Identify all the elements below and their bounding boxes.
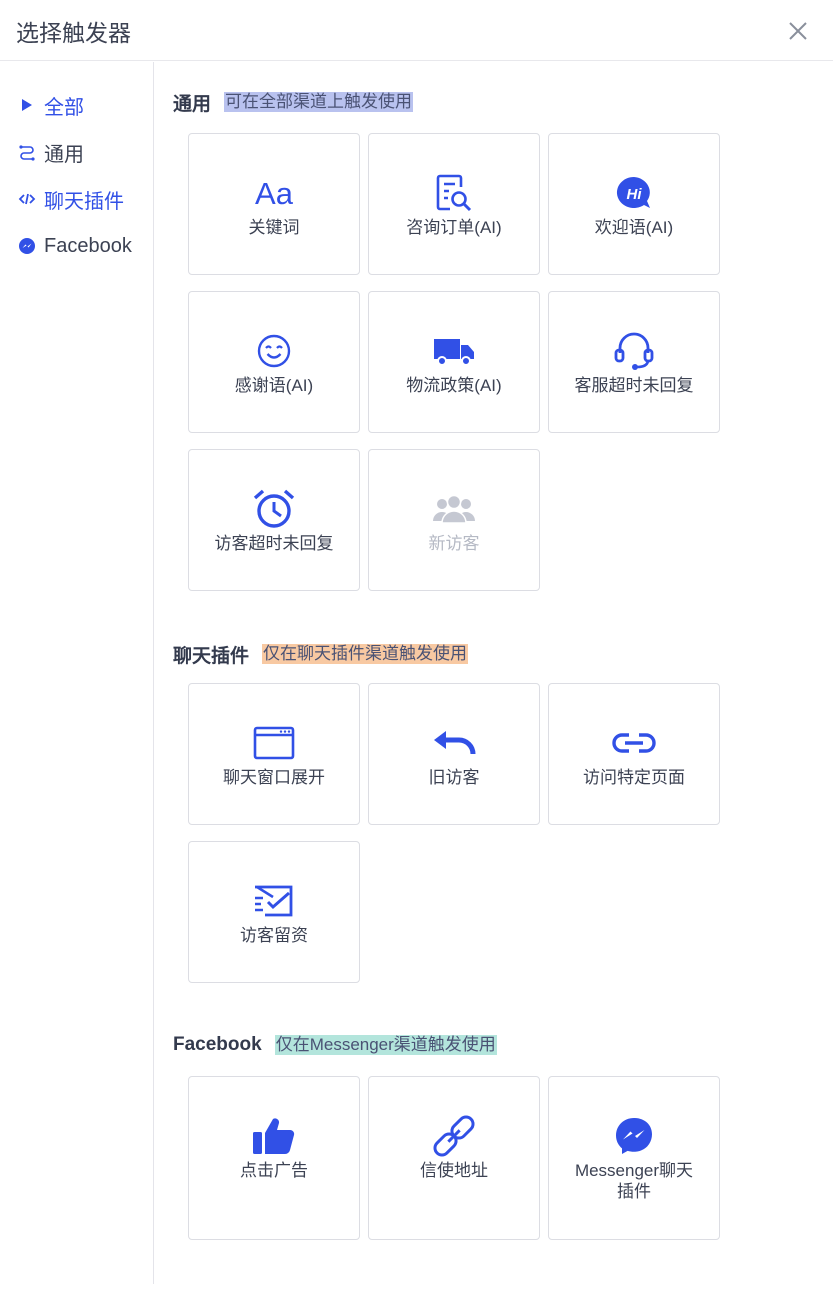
sidebar: 全部 通用 聊天插件 Facebook — [0, 62, 154, 1284]
browser-window-icon — [189, 724, 359, 762]
section-desc: 仅在聊天插件渠道触发使用 — [262, 644, 469, 664]
section-desc: 仅在Messenger渠道触发使用 — [274, 1035, 497, 1055]
hi-bubble-icon: Hi — [549, 174, 719, 212]
trigger-card-keyword[interactable]: Aa 关键词 — [188, 133, 360, 275]
sidebar-item-chat-plugin[interactable]: 聊天插件 — [18, 183, 124, 215]
smile-icon — [189, 332, 359, 370]
trigger-card-new-visitor[interactable]: 新访客 — [368, 449, 540, 591]
envelope-check-icon — [189, 882, 359, 920]
triangle-right-icon — [18, 96, 36, 114]
card-label: 客服超时未回复 — [574, 376, 694, 395]
messenger-icon — [18, 237, 36, 255]
alarm-clock-icon — [189, 489, 359, 528]
sidebar-item-all[interactable]: 全部 — [18, 89, 84, 121]
section-title-general: 通用 可在全部渠道上触发使用 — [173, 89, 414, 115]
trigger-card-returning-visitor[interactable]: 旧访客 — [368, 683, 540, 825]
order-search-icon — [369, 174, 539, 212]
thumbs-up-icon — [189, 1117, 359, 1155]
sidebar-item-label: 全部 — [44, 96, 84, 119]
section-name: 聊天插件 — [173, 645, 250, 667]
trigger-card-ad-click[interactable]: 点击广告 — [188, 1076, 360, 1240]
section-name: Facebook — [173, 1034, 262, 1055]
messenger-icon — [549, 1117, 719, 1155]
route-icon — [18, 143, 36, 161]
trigger-card-agent-timeout[interactable]: 客服超时未回复 — [548, 291, 720, 433]
card-label: 咨询订单(AI) — [406, 218, 502, 237]
trigger-card-chat-open[interactable]: 聊天窗口展开 — [188, 683, 360, 825]
card-label: 信使地址 — [420, 1161, 488, 1180]
dialog-header: 选择触发器 — [0, 0, 833, 61]
sidebar-item-label: Facebook — [44, 234, 132, 257]
sidebar-item-label: 通用 — [44, 143, 84, 166]
svg-text:Hi: Hi — [627, 186, 643, 203]
trigger-card-order-inquiry[interactable]: 咨询订单(AI) — [368, 133, 540, 275]
close-icon[interactable] — [784, 17, 812, 45]
card-label: 访问特定页面 — [583, 768, 685, 787]
headset-icon — [549, 332, 719, 370]
code-arrows-icon — [18, 190, 36, 208]
card-label: 旧访客 — [428, 768, 480, 787]
svg-text:Aa: Aa — [255, 176, 294, 211]
card-label: 点击广告 — [240, 1161, 308, 1180]
trigger-card-visit-page[interactable]: 访问特定页面 — [548, 683, 720, 825]
dialog-title: 选择触发器 — [16, 20, 131, 46]
trigger-card-welcome[interactable]: Hi 欢迎语(AI) — [548, 133, 720, 275]
card-label: 感谢语(AI) — [234, 376, 314, 395]
undo-arrow-icon — [369, 724, 539, 762]
card-label: 欢迎语(AI) — [594, 218, 674, 237]
trigger-card-thanks[interactable]: 感谢语(AI) — [188, 291, 360, 433]
trigger-card-logistics[interactable]: 物流政策(AI) — [368, 291, 540, 433]
card-label: 聊天窗口展开 — [223, 768, 325, 787]
card-label: 新访客 — [428, 534, 480, 553]
sidebar-item-label: 聊天插件 — [44, 190, 124, 213]
section-desc: 可在全部渠道上触发使用 — [224, 92, 414, 112]
text-aa-icon: Aa — [189, 174, 359, 212]
card-label: 访客超时未回复 — [214, 534, 334, 553]
truck-icon — [369, 332, 539, 370]
trigger-card-messenger-plugin[interactable]: Messenger聊天插件 — [548, 1076, 720, 1240]
card-label: Messenger聊天插件 — [574, 1161, 694, 1201]
section-title-facebook: Facebook 仅在Messenger渠道触发使用 — [173, 1032, 497, 1058]
sidebar-item-general[interactable]: 通用 — [18, 136, 84, 168]
link-icon — [549, 724, 719, 762]
card-label: 关键词 — [248, 218, 300, 237]
trigger-card-visitor-lead[interactable]: 访客留资 — [188, 841, 360, 983]
users-icon — [369, 490, 539, 528]
card-label: 访客留资 — [240, 926, 308, 945]
section-title-chat-plugin: 聊天插件 仅在聊天插件渠道触发使用 — [173, 641, 469, 667]
trigger-card-visitor-timeout[interactable]: 访客超时未回复 — [188, 449, 360, 591]
section-name: 通用 — [173, 93, 212, 115]
trigger-card-messenger-address[interactable]: 信使地址 — [368, 1076, 540, 1240]
chain-link-icon — [369, 1115, 539, 1157]
sidebar-item-facebook[interactable]: Facebook — [18, 230, 132, 262]
card-label: 物流政策(AI) — [406, 376, 502, 395]
